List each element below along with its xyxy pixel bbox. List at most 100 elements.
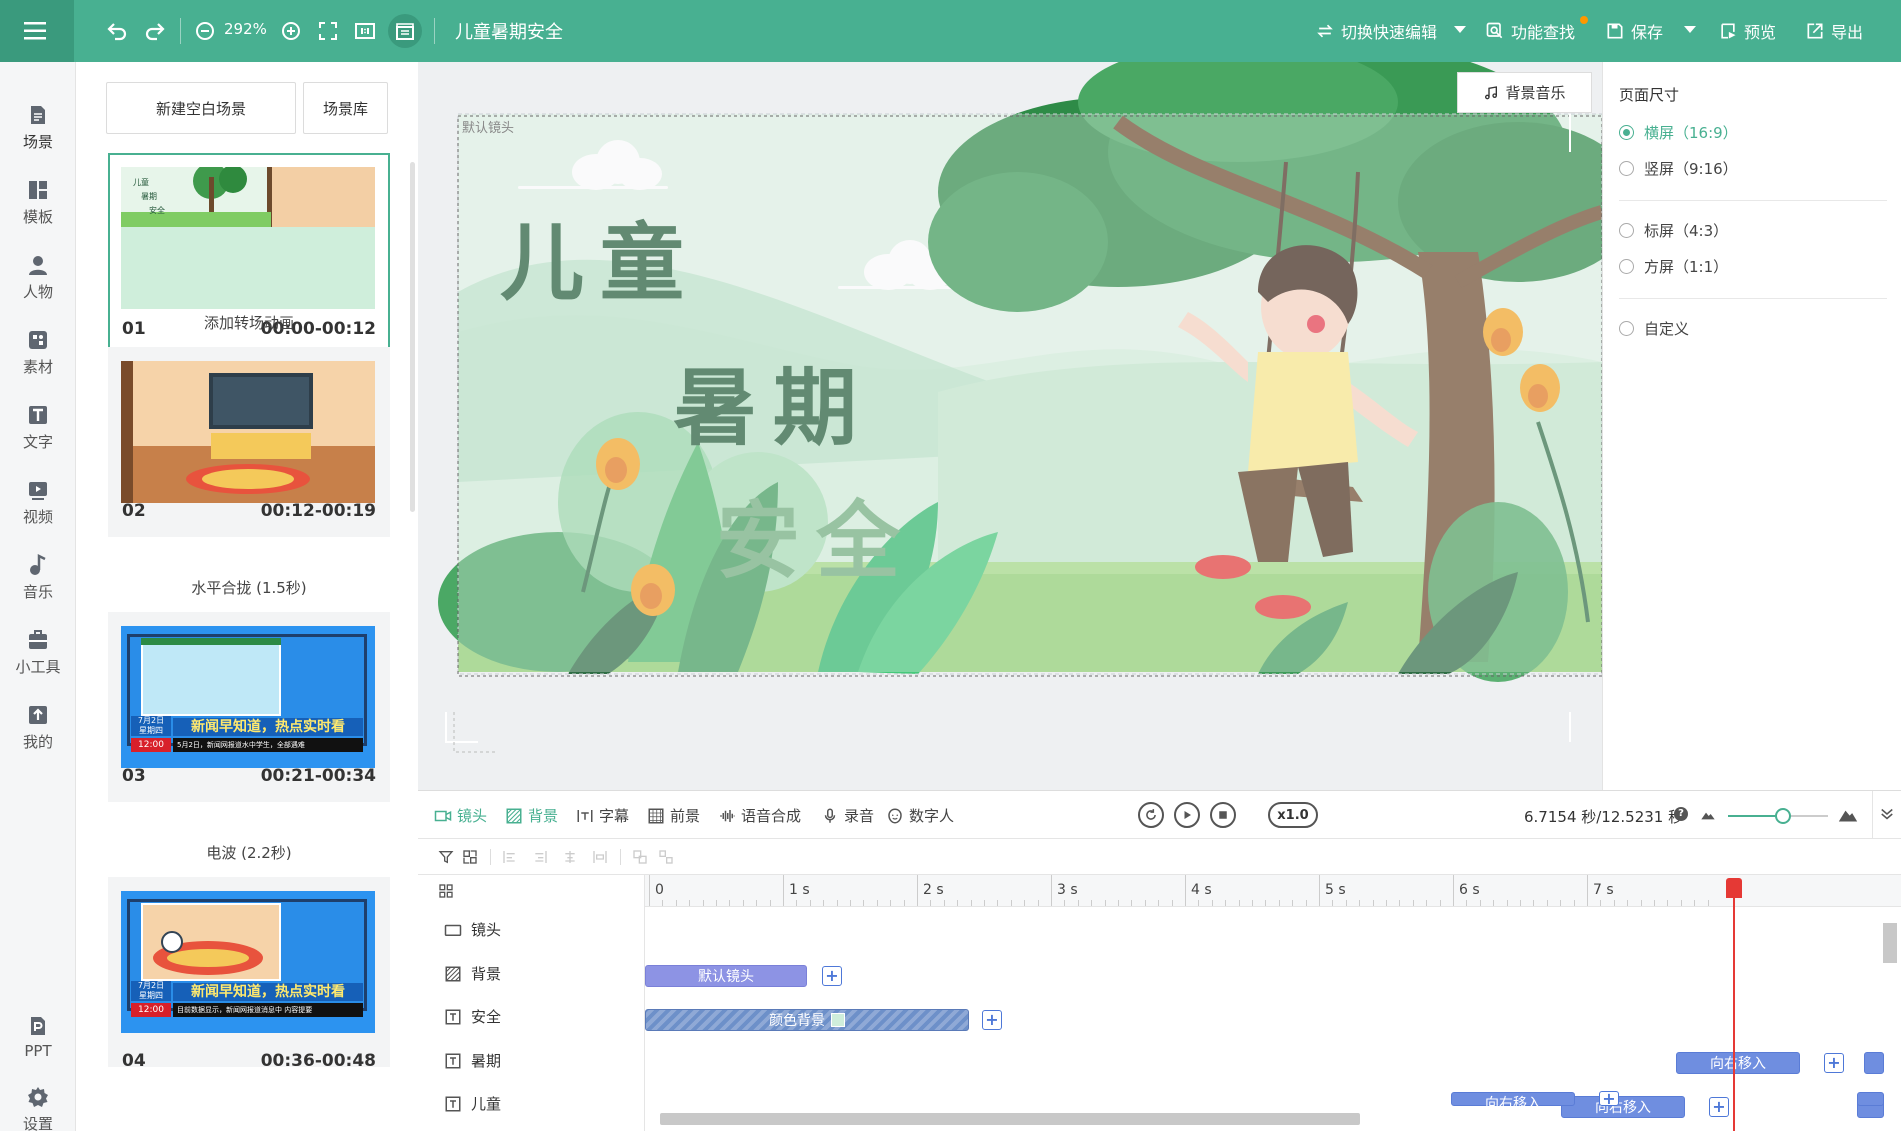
zoom-out-button[interactable] <box>190 16 220 46</box>
align-center-icon[interactable] <box>562 849 578 865</box>
nav-item-ppt[interactable]: PPT <box>0 1002 76 1072</box>
radio-custom[interactable]: 自定义 <box>1619 318 1689 339</box>
add-safety-clip-button[interactable]: + <box>1824 1053 1844 1073</box>
ruler-minor-tick <box>984 900 985 906</box>
scene-library-button[interactable]: 场景库 <box>303 82 388 134</box>
scene-card-02[interactable]: 02 00:12-00:19 <box>108 347 390 537</box>
timeline-zoom-knob[interactable] <box>1775 808 1791 824</box>
zoom-in-button[interactable] <box>276 16 306 46</box>
add-camera-clip-button[interactable]: + <box>822 966 842 986</box>
distribute-icon[interactable] <box>592 849 608 865</box>
timeline-horizontal-scrollbar[interactable] <box>660 1113 1360 1125</box>
document-title[interactable]: 儿童暑期安全 <box>455 18 563 44</box>
nav-item-person[interactable]: 人物 <box>0 242 76 312</box>
tool-digital-human[interactable]: 数字人 <box>886 805 954 826</box>
nav-item-music[interactable]: 音乐 <box>0 542 76 612</box>
transition-label[interactable]: 水平合拢 (1.5秒) <box>108 577 390 598</box>
nav-item-template[interactable]: 模板 <box>0 167 76 237</box>
transition-add-button[interactable]: 添加转场动画 <box>108 312 390 333</box>
clip-children-move-right[interactable]: 向右移入 <box>1451 1092 1575 1112</box>
scene-panel: 新建空白场景 场景库 儿童 暑期 安全 01 00:00-00:12 添加转场动… <box>76 62 418 1131</box>
clip-summer-move-right[interactable]: 向右移入 <box>1561 1096 1685 1118</box>
mountain-large-icon[interactable] <box>1838 805 1858 823</box>
ruler-major-tick <box>917 875 918 906</box>
nav-item-video[interactable]: 视频 <box>0 467 76 537</box>
play-button[interactable] <box>1174 802 1200 828</box>
tool-camera[interactable]: 镜头 <box>434 805 487 826</box>
nav-item-toolbox[interactable]: 小工具 <box>0 617 76 687</box>
ruler-minor-tick <box>1560 900 1562 906</box>
radio-square-1-1[interactable]: 方屏（1:1） <box>1619 256 1728 277</box>
add-background-clip-button[interactable]: + <box>982 1010 1002 1030</box>
nav-item-text[interactable]: 文字 <box>0 392 76 462</box>
radio-standard-4-3[interactable]: 标屏（4:3） <box>1619 220 1728 241</box>
track-settings-icon[interactable] <box>438 883 454 899</box>
undo-button[interactable] <box>102 16 132 46</box>
actual-size-button[interactable] <box>350 16 380 46</box>
scene-card-04[interactable]: 7月2日 星期四 新闻早知道，热点实时看 12:00 目前数据显示，新闻网报道消息… <box>108 877 390 1071</box>
add-summer-clip-button[interactable]: + <box>1709 1097 1729 1117</box>
track-label-summer[interactable]: 暑期 <box>444 1050 501 1071</box>
group-icon[interactable] <box>632 849 648 865</box>
tool-subtitle[interactable]: 字幕 <box>576 805 629 826</box>
nav-item-settings[interactable]: 设置 <box>0 1074 76 1131</box>
radio-portrait-9-16[interactable]: 竖屏（9:16） <box>1619 158 1738 179</box>
ruler-minor-tick <box>1466 900 1468 906</box>
fit-screen-button[interactable] <box>313 16 343 46</box>
tool-voice-synthesis[interactable]: 语音合成 <box>718 805 801 826</box>
clapper-button[interactable] <box>388 14 422 48</box>
tool-background[interactable]: 背景 <box>505 805 558 826</box>
title-line-3[interactable]: 安全 <box>716 492 916 590</box>
background-music-button[interactable]: 背景音乐 <box>1457 72 1592 113</box>
nav-item-material[interactable]: 素材 <box>0 317 76 387</box>
foreground-icon <box>648 808 664 823</box>
title-line-2[interactable]: 暑期 <box>673 359 873 457</box>
split-icon[interactable] <box>462 849 478 865</box>
clip-safety-next[interactable] <box>1864 1052 1884 1074</box>
radio-landscape-16-9[interactable]: 横屏（16:9） <box>1619 122 1738 143</box>
export-button[interactable]: 导出 <box>1805 19 1863 43</box>
scene-canvas[interactable]: 儿童 暑期 安全 默认镜头 <box>418 62 1602 790</box>
save-button[interactable]: 保存 <box>1605 19 1663 43</box>
transition-label[interactable]: 电波 (2.2秒) <box>108 842 390 863</box>
timeline-zoom-slider[interactable] <box>1728 808 1828 824</box>
track-label-camera[interactable]: 镜头 <box>444 919 501 940</box>
align-right-icon[interactable] <box>532 849 548 865</box>
timeline-vertical-scrollbar[interactable] <box>1883 923 1897 963</box>
scene-card-03[interactable]: 7月2日 星期四 新闻早知道，热点实时看 12:00 5月2日，新闻网报道水中学生… <box>108 612 390 802</box>
clip-summer-next[interactable] <box>1857 1096 1884 1118</box>
track-label-background[interactable]: 背景 <box>444 963 501 984</box>
align-left-icon[interactable] <box>502 849 518 865</box>
track-label-children[interactable]: 儿童 <box>444 1093 501 1114</box>
help-icon[interactable]: ? <box>1674 807 1688 821</box>
nav-item-scene[interactable]: 场景 <box>0 92 76 162</box>
clip-default-camera[interactable]: 默认镜头 <box>645 965 807 987</box>
ruler-minor-tick <box>997 900 999 906</box>
track-label-safety[interactable]: 安全 <box>444 1006 501 1027</box>
playhead[interactable] <box>1733 879 1735 1131</box>
filter-icon[interactable] <box>438 849 454 865</box>
collapse-chevron-icon[interactable] <box>1878 805 1896 823</box>
preview-button[interactable]: 预览 <box>1718 19 1776 43</box>
stop-button[interactable] <box>1210 802 1236 828</box>
tool-foreground[interactable]: 前景 <box>647 805 700 826</box>
nav-item-mine[interactable]: 我的 <box>0 692 76 762</box>
ungroup-icon[interactable] <box>658 849 674 865</box>
clip-safety-move-right[interactable]: 向右移入 <box>1676 1052 1800 1074</box>
new-blank-scene-button[interactable]: 新建空白场景 <box>106 82 296 134</box>
ruler-major-tick <box>1051 875 1052 906</box>
mountain-small-icon[interactable] <box>1700 807 1716 821</box>
rewind-button[interactable] <box>1138 802 1164 828</box>
playback-speed-button[interactable]: x1.0 <box>1268 802 1318 828</box>
quick-edit-dropdown-caret[interactable] <box>1454 26 1466 33</box>
redo-button[interactable] <box>140 16 170 46</box>
scene-panel-scrollbar[interactable] <box>410 162 415 512</box>
clip-color-background[interactable]: 颜色背景 <box>645 1009 969 1031</box>
save-dropdown-caret[interactable] <box>1684 26 1696 33</box>
quick-edit-button[interactable]: 切换快速编辑 <box>1315 19 1437 43</box>
hamburger-menu-button[interactable] <box>0 0 74 62</box>
svg-text:儿童: 儿童 <box>133 177 149 187</box>
feature-search-button[interactable]: 功能查找 <box>1485 19 1575 43</box>
timeline-ruler[interactable]: 0 1 s 2 s 3 s 4 s 5 s 6 s 7 s <box>645 875 1901 907</box>
tool-record[interactable]: 录音 <box>821 805 874 826</box>
